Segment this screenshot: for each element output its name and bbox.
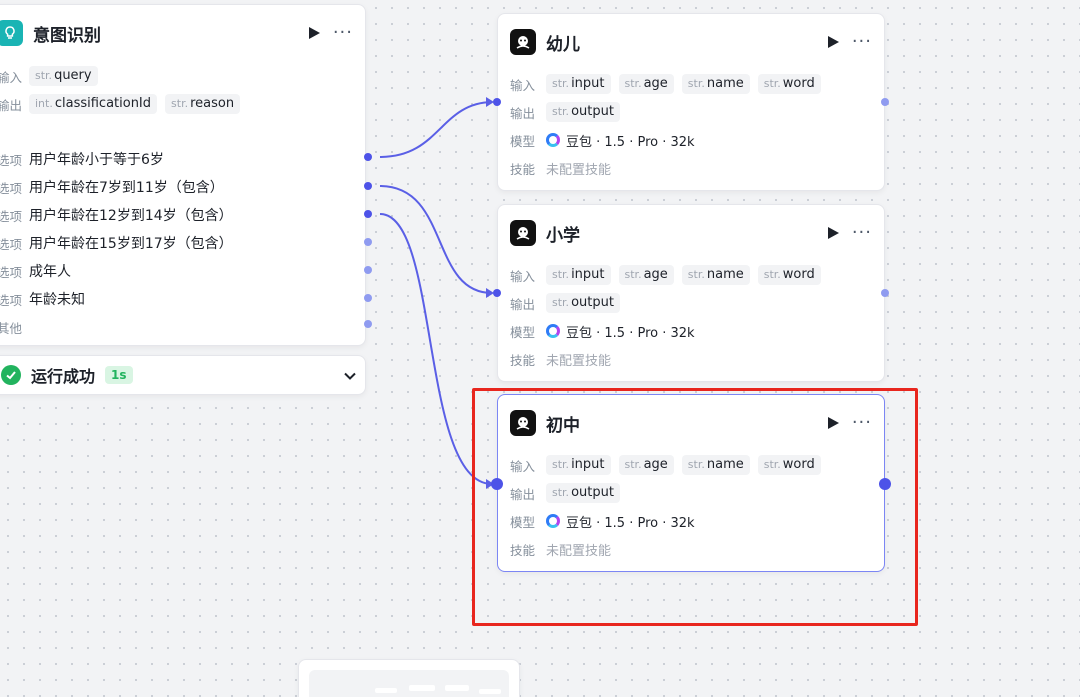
llm-node-title: 小学 bbox=[546, 225, 580, 246]
input-tag: str. word bbox=[757, 265, 821, 285]
option-port-3[interactable] bbox=[364, 210, 372, 218]
option-row-4[interactable]: 选项 用户年龄在15岁到17岁（包含） bbox=[0, 231, 233, 255]
run-status-text: 运行成功 bbox=[31, 367, 96, 386]
llm-model-row: 模型 豆包 · 1.5 · Pro · 32k bbox=[510, 324, 695, 341]
llm-chuzhong-output-port[interactable] bbox=[879, 478, 891, 490]
llm-youer-input-port[interactable] bbox=[493, 98, 501, 106]
more-icon[interactable]: ··· bbox=[852, 33, 872, 51]
lightbulb-icon bbox=[0, 20, 23, 46]
option-row-1[interactable]: 选项 用户年龄小于等于6岁 bbox=[0, 147, 164, 171]
partial-node-bar bbox=[479, 689, 501, 694]
llm-model-row: 模型 豆包 · 1.5 · Pro · 32k bbox=[510, 514, 695, 531]
doubao-model-icon bbox=[546, 514, 560, 528]
option-row-3[interactable]: 选项 用户年龄在12岁到14岁（包含） bbox=[0, 203, 233, 227]
option-row-2[interactable]: 选项 用户年龄在7岁到11岁（包含） bbox=[0, 175, 224, 199]
output-tag-classificationid: int. classificationId bbox=[29, 94, 158, 114]
llm-xiaoxue-input-port[interactable] bbox=[493, 289, 501, 297]
input-tag: str. name bbox=[681, 74, 750, 94]
run-status-bar[interactable]: 运行成功 1s bbox=[0, 355, 366, 395]
llm-input-row: 输入 str. input str. age str. name str. word bbox=[510, 454, 872, 476]
input-tag: str. age bbox=[618, 455, 674, 475]
llm-model-row: 模型 豆包 · 1.5 · Pro · 32k bbox=[510, 133, 695, 150]
input-tag: str. input bbox=[546, 265, 611, 285]
check-circle-icon bbox=[1, 365, 21, 385]
doubao-model-icon bbox=[546, 133, 560, 147]
input-tag: str. age bbox=[618, 74, 674, 94]
output-tag: str. output bbox=[546, 293, 620, 313]
output-tag: str. output bbox=[546, 102, 620, 122]
llm-node-youer[interactable]: 幼儿 ··· 输入 str. input str. age str. name str… bbox=[497, 13, 885, 191]
input-tag: str. name bbox=[681, 455, 750, 475]
intent-node[interactable]: 意图识别 ··· 输入 str. query 输出 int. classificat… bbox=[0, 4, 366, 346]
option-row-6[interactable]: 选项 年龄未知 bbox=[0, 287, 85, 311]
llm-output-row: 输出 str. output bbox=[510, 101, 872, 123]
option-port-1[interactable] bbox=[364, 153, 372, 161]
llm-xiaoxue-output-port[interactable] bbox=[881, 289, 889, 297]
option-port-4[interactable] bbox=[364, 238, 372, 246]
play-icon[interactable] bbox=[824, 224, 842, 242]
output-tag-reason: str. reason bbox=[165, 94, 241, 114]
option-port-2[interactable] bbox=[364, 182, 372, 190]
llm-node-title: 幼儿 bbox=[546, 34, 580, 55]
doubao-model-icon bbox=[546, 324, 560, 338]
more-icon[interactable]: ··· bbox=[333, 24, 353, 42]
play-icon[interactable] bbox=[824, 33, 842, 51]
llm-skill-row: 技能 未配置技能 bbox=[510, 542, 612, 559]
llm-bot-icon bbox=[510, 410, 536, 436]
input-tag: str. word bbox=[757, 74, 821, 94]
partial-node[interactable] bbox=[298, 659, 520, 697]
intent-output-row: 输出 int. classificationId str. reason bbox=[0, 93, 353, 115]
input-tag: str. name bbox=[681, 265, 750, 285]
partial-node-bar bbox=[445, 685, 469, 691]
edge-option2-to-xiaoxue bbox=[379, 185, 493, 294]
llm-output-row: 输出 str. output bbox=[510, 292, 872, 314]
llm-bot-icon bbox=[510, 220, 536, 246]
play-icon[interactable] bbox=[305, 24, 323, 42]
llm-youer-output-port[interactable] bbox=[881, 98, 889, 106]
input-tag: str. input bbox=[546, 74, 611, 94]
llm-chuzhong-input-port[interactable] bbox=[491, 478, 503, 490]
play-icon[interactable] bbox=[824, 414, 842, 432]
intent-input-row: 输入 str. query bbox=[0, 65, 353, 87]
partial-node-bar bbox=[375, 688, 397, 693]
chevron-down-icon[interactable] bbox=[343, 368, 357, 387]
more-icon[interactable]: ··· bbox=[852, 414, 872, 432]
edge-option1-to-youer bbox=[379, 101, 493, 158]
llm-skill-row: 技能 未配置技能 bbox=[510, 352, 612, 369]
intent-node-title: 意图识别 bbox=[33, 25, 101, 46]
option-row-5[interactable]: 选项 成年人 bbox=[0, 259, 71, 283]
more-icon[interactable]: ··· bbox=[852, 224, 872, 242]
llm-node-title: 初中 bbox=[546, 415, 580, 436]
llm-skill-row: 技能 未配置技能 bbox=[510, 161, 612, 178]
llm-node-chuzhong[interactable]: 初中 ··· 输入 str. input str. age str. name str… bbox=[497, 394, 885, 572]
output-tag: str. output bbox=[546, 483, 620, 503]
llm-node-xiaoxue[interactable]: 小学 ··· 输入 str. input str. age str. name str… bbox=[497, 204, 885, 382]
option-port-5[interactable] bbox=[364, 266, 372, 274]
option-row-other[interactable]: 其他 bbox=[0, 315, 29, 339]
input-tag: str. input bbox=[546, 455, 611, 475]
input-tag: str. word bbox=[757, 455, 821, 475]
partial-node-bar bbox=[409, 685, 435, 691]
run-duration-badge: 1s bbox=[105, 366, 133, 384]
option-port-other[interactable] bbox=[364, 320, 372, 328]
option-port-6[interactable] bbox=[364, 294, 372, 302]
llm-bot-icon bbox=[510, 29, 536, 55]
llm-output-row: 输出 str. output bbox=[510, 482, 872, 504]
llm-input-row: 输入 str. input str. age str. name str. word bbox=[510, 264, 872, 286]
input-tag-query: str. query bbox=[29, 66, 98, 86]
input-tag: str. age bbox=[618, 265, 674, 285]
llm-input-row: 输入 str. input str. age str. name str. word bbox=[510, 73, 872, 95]
edge-option3-to-chuzhong bbox=[379, 213, 493, 485]
